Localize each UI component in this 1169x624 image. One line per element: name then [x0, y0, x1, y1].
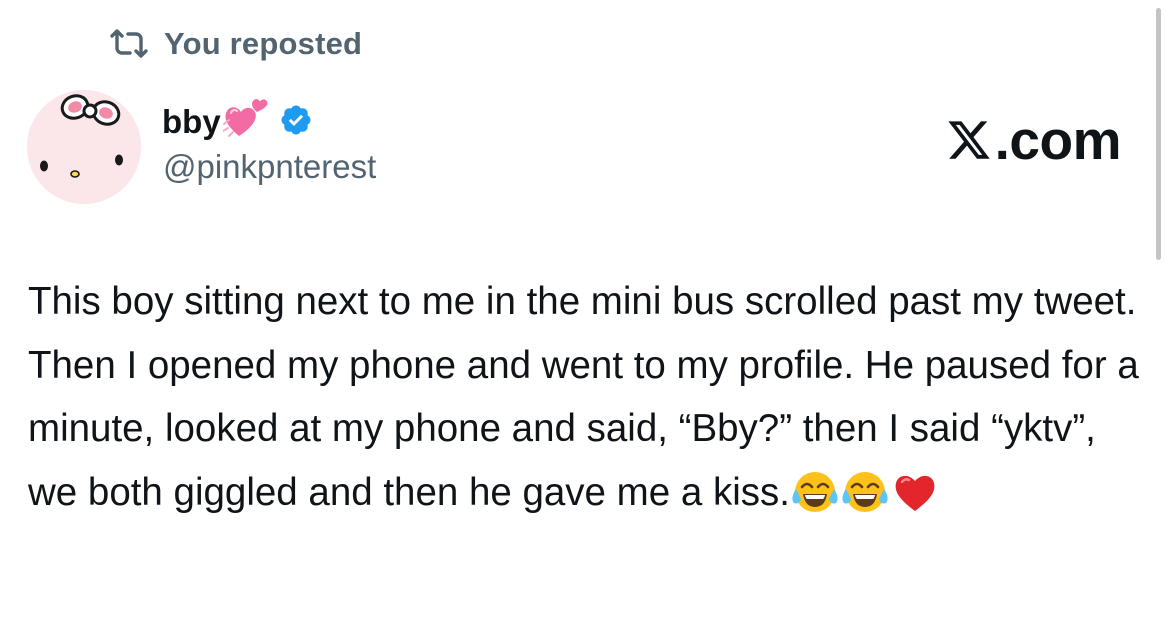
tweet-text: This boy sitting next to me in the mini … [28, 280, 1139, 514]
hello-kitty-avatar [27, 90, 141, 204]
scrollbar[interactable] [1156, 8, 1161, 260]
author-handle[interactable]: @pinkpnterest [163, 148, 376, 186]
tears-of-joy-emoji [792, 469, 838, 515]
verified-badge-icon [279, 103, 313, 142]
repost-label: You reposted [164, 26, 363, 61]
repost-header: You reposted [108, 22, 362, 66]
pink-hearts-emoji [221, 96, 271, 143]
brand-suffix: .com [994, 109, 1122, 171]
display-name[interactable]: bby [162, 103, 221, 141]
x-logo-icon [945, 117, 993, 163]
tears-of-joy-emoji [842, 469, 888, 515]
tweet-body: This boy sitting next to me in the mini … [28, 270, 1143, 524]
red-heart-emoji [892, 469, 938, 515]
avatar[interactable] [27, 90, 141, 204]
repost-icon [108, 28, 150, 60]
author-name-row[interactable]: bby [162, 98, 313, 144]
brand-watermark: .com [945, 108, 1122, 172]
tweet-emojis [792, 469, 938, 515]
